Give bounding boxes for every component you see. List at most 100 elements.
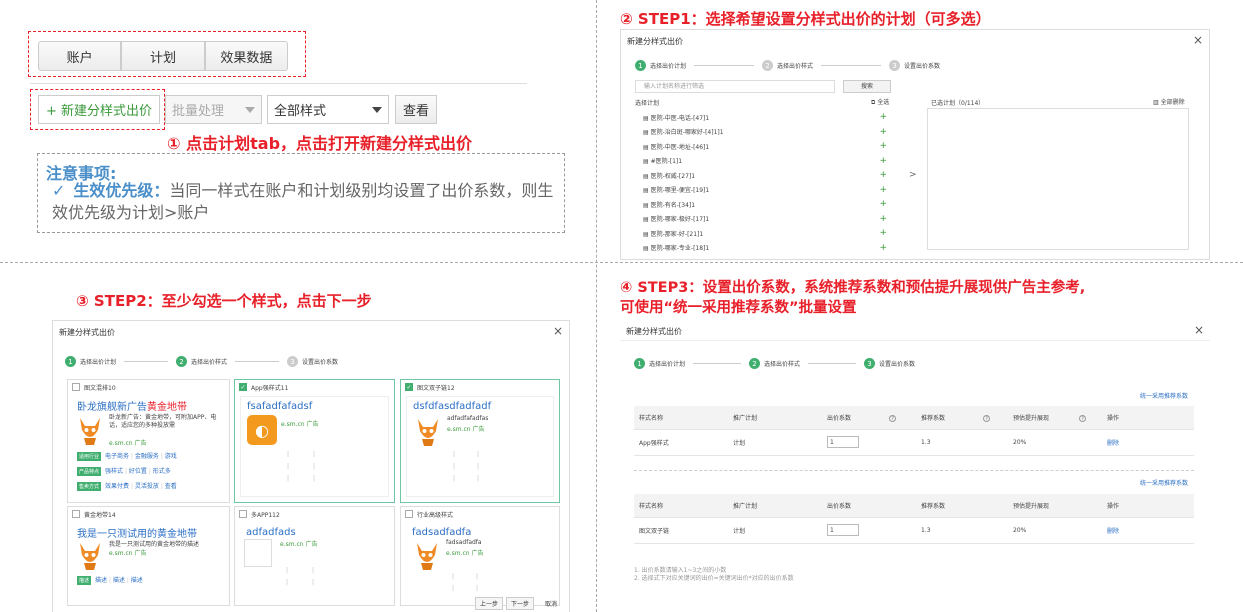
col-bid: 出价系数? xyxy=(822,406,916,430)
step-number-icon: 1 xyxy=(634,358,645,369)
bid-input[interactable]: 1 xyxy=(827,436,859,448)
link[interactable]: 描述 xyxy=(95,577,107,584)
style-card[interactable]: 黄金地带14 我是一只测试用的黄金地带 我是一只测试用的黄金地带的描述 e.sm… xyxy=(67,506,230,606)
tab-account[interactable]: 账户 xyxy=(38,41,122,71)
style-select[interactable]: 全部样式 xyxy=(267,95,389,124)
bid-input[interactable]: 1 xyxy=(827,524,859,536)
add-icon[interactable]: + xyxy=(879,214,887,224)
plan-name: 医院-中医-电话-[47]1 xyxy=(650,114,710,122)
link[interactable]: 电子商务 xyxy=(105,453,129,460)
help-icon[interactable]: ? xyxy=(1079,414,1087,422)
toolbar-divider xyxy=(30,83,527,84)
tab-bar: 账户 计划 效果数据 xyxy=(38,41,288,71)
delete-all-link[interactable]: ▥ 全部删除 xyxy=(1153,97,1185,106)
tag-row: 产品特点 强样式 | 好位置 | 形式多 xyxy=(77,467,171,476)
close-icon[interactable]: × xyxy=(1193,33,1203,47)
list-item[interactable]: ▤ 医院-那家-好-[21]1 + xyxy=(643,226,887,241)
link[interactable]: 描述 xyxy=(131,577,143,584)
next-button[interactable]: 下一步 xyxy=(506,597,534,610)
add-icon[interactable]: + xyxy=(879,156,887,166)
style-select-label: 全部样式 xyxy=(274,104,327,119)
doc-icon: ▤ xyxy=(643,114,651,122)
col-lift: 预估提升展现? xyxy=(1008,406,1102,430)
cancel-button[interactable]: 取消 xyxy=(537,597,565,610)
delete-link[interactable]: 删除 xyxy=(1102,429,1194,456)
ad-title: adfadfads xyxy=(246,527,296,538)
link[interactable]: 描述 xyxy=(113,577,125,584)
search-button[interactable]: 搜索 xyxy=(843,80,891,93)
step-line xyxy=(694,65,755,66)
list-item[interactable]: ▤ 医院-有名-[34]1 + xyxy=(643,197,887,212)
style-card[interactable]: 图文混排10 卧龙旗舰新广告黄金地带 卧龙新广告：黄金地带，可附加APP、电话，… xyxy=(67,379,230,503)
style-card[interactable]: 行业高级样式 fadsadfadfa fadsadfadfa e.sm.cn 广… xyxy=(400,506,560,606)
transfer-arrow[interactable]: > xyxy=(909,170,917,180)
list-item[interactable]: ▤ 医院-权威-[27]1 + xyxy=(643,168,887,183)
check-icon: ✓ xyxy=(52,181,66,200)
list-item[interactable]: ▤ 医院-治白斑-哪家好-[4]1]1 + xyxy=(643,125,887,140)
delete-link[interactable]: 删除 xyxy=(1102,517,1194,544)
table-row: App强样式 计划 1 1.3 20% 删除 xyxy=(634,429,1194,456)
link[interactable]: 游戏 xyxy=(165,453,177,460)
checkbox[interactable] xyxy=(405,510,413,518)
list-item[interactable]: ▤ 医院-中医-电话-[47]1 + xyxy=(643,110,887,125)
tab-performance[interactable]: 效果数据 xyxy=(204,41,288,71)
unify-recommended-link[interactable]: 统一采用推荐系数 xyxy=(1140,478,1188,487)
close-icon[interactable]: × xyxy=(553,324,563,338)
link[interactable]: 金融服务 xyxy=(135,453,159,460)
link[interactable]: 灵活投放 xyxy=(135,483,159,490)
cell-rec: 1.3 xyxy=(916,429,1008,456)
checkbox[interactable] xyxy=(72,383,80,391)
cell-style: App强样式 xyxy=(634,429,728,456)
select-all-link[interactable]: ⧉ 全选 xyxy=(871,97,889,107)
doc-icon: ▤ xyxy=(643,230,651,238)
style-select-modal: 新建分样式出价 × 1 选择出价计划 2 选择出价样式 3 设置出价系数 图文混排10… xyxy=(52,320,570,612)
list-item[interactable]: ▤ 医院-哪里-便宜-[19]1 + xyxy=(643,183,887,198)
batch-select[interactable]: 批量处理 xyxy=(165,95,262,124)
add-icon[interactable]: + xyxy=(879,127,887,137)
style-card[interactable]: ✓ App强样式11 fsafadfafadsf ◐ e.sm.cn 广告 | | |… xyxy=(234,379,395,503)
add-icon[interactable]: + xyxy=(879,199,887,209)
link[interactable]: 查看 xyxy=(165,483,177,490)
checkbox[interactable] xyxy=(239,510,247,518)
link[interactable]: 形式多 xyxy=(153,468,171,475)
cell-rec: 1.3 xyxy=(916,517,1008,544)
help-icon[interactable]: ? xyxy=(889,414,897,422)
style-card[interactable]: 多APP112 adfadfads e.sm.cn 广告 | | | | xyxy=(234,506,395,606)
search-placeholder: 输入计划名称进行筛选 xyxy=(644,83,705,90)
step-label: 设置出价系数 xyxy=(879,361,916,368)
step-line xyxy=(808,363,857,364)
list-item[interactable]: ▤ 医院-哪家-专业-[18]1 + xyxy=(643,241,887,256)
style-card[interactable]: ✓ 图文双子链12 dsfdfasdfadfadf adfadfafadfas e… xyxy=(400,379,560,503)
plan-name: #医院-[1]1 xyxy=(650,158,683,166)
step-1: 1 选择出价计划 xyxy=(65,356,116,367)
plan-search-input[interactable]: 输入计划名称进行筛选 xyxy=(635,80,835,93)
add-icon[interactable]: + xyxy=(879,141,887,151)
checkbox[interactable]: ✓ xyxy=(405,383,413,391)
link[interactable]: 好位置 xyxy=(129,468,147,475)
help-icon[interactable]: ? xyxy=(983,414,991,422)
section-divider xyxy=(634,470,1194,471)
title-divider xyxy=(620,340,1210,341)
close-icon[interactable]: × xyxy=(1194,323,1204,337)
list-item[interactable]: ▤ 医院-中医-地址-[46]1 + xyxy=(643,139,887,154)
new-style-bid-button[interactable]: + 新建分样式出价 xyxy=(38,95,160,124)
add-icon[interactable]: + xyxy=(879,185,887,195)
prev-button[interactable]: 上一步 xyxy=(475,597,503,610)
view-button[interactable]: 查看 xyxy=(395,95,437,124)
link[interactable]: 强样式 xyxy=(105,468,123,475)
add-icon[interactable]: + xyxy=(879,228,887,238)
unify-recommended-link[interactable]: 统一采用推荐系数 xyxy=(1140,391,1188,400)
tab-plan[interactable]: 计划 xyxy=(121,41,205,71)
step-2: 2 选择出价样式 xyxy=(762,60,813,71)
selected-plan-pane xyxy=(927,108,1189,250)
add-icon[interactable]: + xyxy=(879,170,887,180)
placeholder-lines: | | | xyxy=(287,451,290,482)
checkbox[interactable] xyxy=(72,510,80,518)
list-item[interactable]: ▤ #医院-[1]1 + xyxy=(643,154,887,169)
link[interactable]: 效果付费 xyxy=(105,483,129,490)
add-icon[interactable]: + xyxy=(879,243,887,253)
checkbox[interactable]: ✓ xyxy=(239,383,247,391)
list-item[interactable]: ▤ 医院-哪家-极好-[17]1 + xyxy=(643,212,887,227)
step-label: 选择出价计划 xyxy=(650,63,687,70)
add-icon[interactable]: + xyxy=(879,112,887,122)
